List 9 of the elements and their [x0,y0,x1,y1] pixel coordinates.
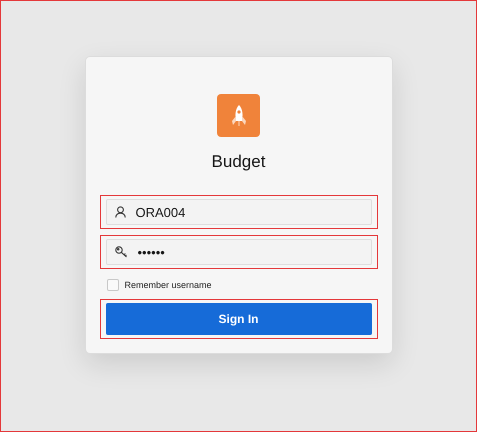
input-field[interactable]: ORA004 [106,199,372,225]
user-icon [114,206,126,218]
input-field[interactable]: •••••• [106,239,372,265]
key-icon [114,246,128,258]
checkbox[interactable] [106,279,118,291]
app-title: Budget [212,152,266,172]
rocket-icon [230,104,248,128]
checkbox-label: Remember username [124,280,212,290]
sign-in-button[interactable]: Sign In [106,303,372,335]
